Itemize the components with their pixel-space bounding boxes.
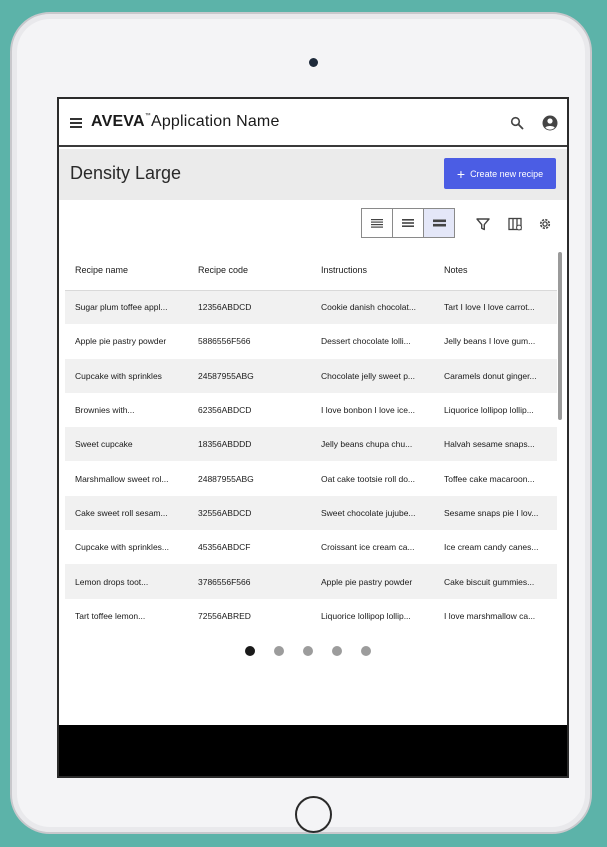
table-row[interactable]: Cake sweet roll sesam... 32556ABDCD Swee…: [65, 495, 557, 531]
cell-notes: Ice cream candy canes...: [434, 530, 557, 565]
cell-instructions: Oat cake tootsie roll do...: [311, 461, 434, 496]
create-new-recipe-button[interactable]: + Create new recipe: [444, 158, 556, 189]
cell-instructions: Apple pie pastry powder: [311, 564, 434, 599]
standard-density-icon: [402, 219, 414, 227]
cell-recipe-code: 32556ABDCD: [188, 495, 311, 531]
account-circle-icon[interactable]: [542, 115, 558, 131]
create-button-label: Create new recipe: [470, 168, 544, 179]
cell-recipe-code: 24887955ABG: [188, 461, 311, 496]
table-toolbar: [59, 200, 567, 250]
cell-notes: Jelly beans I love gum...: [434, 324, 557, 359]
column-header-recipe-name[interactable]: Recipe name: [65, 250, 188, 291]
cell-notes: Tart I love I love carrot...: [434, 290, 557, 325]
standard-density-button[interactable]: [393, 209, 424, 237]
density-toggle-group: [361, 208, 455, 238]
cell-recipe-name: Sweet cupcake: [65, 427, 188, 462]
app-screen: AVEVA™Application Name Density Large + C…: [57, 97, 569, 778]
cell-recipe-code: 3786556F566: [188, 564, 311, 599]
cell-instructions: I love bonbon I love ice...: [311, 392, 434, 428]
cell-notes: Toffee cake macaroon...: [434, 461, 557, 496]
cell-recipe-name: Lemon drops toot...: [65, 564, 188, 599]
column-header-notes[interactable]: Notes: [434, 250, 557, 291]
cell-notes: Sesame snaps pie I lov...: [434, 495, 557, 531]
front-camera: [309, 58, 318, 67]
table-scrollbar[interactable]: [556, 252, 562, 636]
table-row[interactable]: Brownies with... 62356ABDCD I love bonbo…: [65, 392, 557, 428]
page-dot-2[interactable]: [274, 646, 284, 656]
cell-recipe-code: 5886556F566: [188, 324, 311, 359]
cell-recipe-code: 45356ABDCF: [188, 530, 311, 565]
scrollbar-thumb[interactable]: [558, 252, 562, 420]
app-bar: AVEVA™Application Name: [59, 99, 567, 147]
page-dot-1[interactable]: [245, 646, 255, 656]
table-row[interactable]: Lemon drops toot... 3786556F566 Apple pi…: [65, 564, 557, 599]
cell-recipe-code: 24587955ABG: [188, 358, 311, 393]
application-name: Application Name: [150, 113, 280, 130]
page-title: Density Large: [70, 163, 182, 183]
table-row[interactable]: Tart toffee lemon... 72556ABRED Liquoric…: [65, 598, 557, 633]
recipe-table: Recipe name Recipe code Instructions Not…: [65, 250, 557, 636]
pagination-dots: [245, 646, 371, 656]
cell-instructions: Sweet chocolate jujube...: [311, 495, 434, 531]
table-row[interactable]: Sweet cupcake 18356ABDDD Jelly beans chu…: [65, 427, 557, 462]
table-header-row: Recipe name Recipe code Instructions Not…: [65, 250, 557, 291]
cell-recipe-name: Sugar plum toffee appl...: [65, 290, 188, 325]
cell-recipe-name: Tart toffee lemon...: [65, 598, 188, 633]
cell-recipe-code: 18356ABDDD: [188, 427, 311, 462]
large-density-button[interactable]: [424, 209, 454, 237]
home-button[interactable]: [295, 796, 332, 833]
hamburger-menu-icon[interactable]: [70, 118, 82, 128]
cell-instructions: Chocolate jelly sweet p...: [311, 358, 434, 393]
page-dot-4[interactable]: [332, 646, 342, 656]
table-row[interactable]: Sugar plum toffee appl... 12356ABDCD Coo…: [65, 290, 557, 325]
cell-recipe-code: 72556ABRED: [188, 598, 311, 633]
cell-recipe-name: Cupcake with sprinkles...: [65, 530, 188, 565]
table-row[interactable]: Cupcake with sprinkles 24587955ABG Choco…: [65, 358, 557, 393]
tablet-frame: AVEVA™Application Name Density Large + C…: [10, 12, 592, 834]
settings-gear-icon[interactable]: [538, 217, 552, 231]
compact-density-button[interactable]: [362, 209, 393, 237]
large-density-icon: [432, 219, 446, 227]
cell-recipe-code: 12356ABDCD: [188, 290, 311, 325]
cell-notes: Halvah sesame snaps...: [434, 427, 557, 462]
table-row[interactable]: Apple pie pastry powder 5886556F566 Dess…: [65, 324, 557, 359]
table-row[interactable]: Marshmallow sweet rol... 24887955ABG Oat…: [65, 461, 557, 496]
column-header-recipe-code[interactable]: Recipe code: [188, 250, 311, 291]
columns-icon[interactable]: [508, 217, 522, 231]
compact-density-icon: [371, 219, 383, 228]
cell-instructions: Liquorice lollipop lollip...: [311, 598, 434, 633]
plus-icon: +: [456, 165, 466, 182]
page-dot-5[interactable]: [361, 646, 371, 656]
brand-name: AVEVA: [91, 113, 145, 130]
page-header: Density Large + Create new recipe: [59, 149, 567, 200]
cell-notes: Liquorice lollipop lollip...: [434, 392, 557, 428]
page-dot-3[interactable]: [303, 646, 313, 656]
cell-notes: I love marshmallow ca...: [434, 598, 557, 633]
cell-notes: Cake biscuit gummies...: [434, 564, 557, 599]
cell-recipe-name: Brownies with...: [65, 392, 188, 428]
cell-recipe-name: Apple pie pastry powder: [65, 324, 188, 359]
cell-instructions: Cookie danish chocolat...: [311, 290, 434, 325]
table-row[interactable]: Cupcake with sprinkles... 45356ABDCF Cro…: [65, 530, 557, 565]
app-title: AVEVA™Application Name: [91, 113, 280, 131]
cell-recipe-name: Cake sweet roll sesam...: [65, 495, 188, 531]
cell-instructions: Dessert chocolate lolli...: [311, 324, 434, 359]
cell-instructions: Croissant ice cream ca...: [311, 530, 434, 565]
trademark-symbol: ™: [144, 113, 151, 119]
cell-instructions: Jelly beans chupa chu...: [311, 427, 434, 462]
cell-notes: Caramels donut ginger...: [434, 358, 557, 393]
column-header-instructions[interactable]: Instructions: [311, 250, 434, 291]
search-icon[interactable]: [510, 116, 524, 130]
cell-recipe-name: Marshmallow sweet rol...: [65, 461, 188, 496]
cell-recipe-name: Cupcake with sprinkles: [65, 358, 188, 393]
filter-icon[interactable]: [476, 217, 490, 231]
cell-recipe-code: 62356ABDCD: [188, 392, 311, 428]
bottom-bar: [59, 725, 567, 776]
